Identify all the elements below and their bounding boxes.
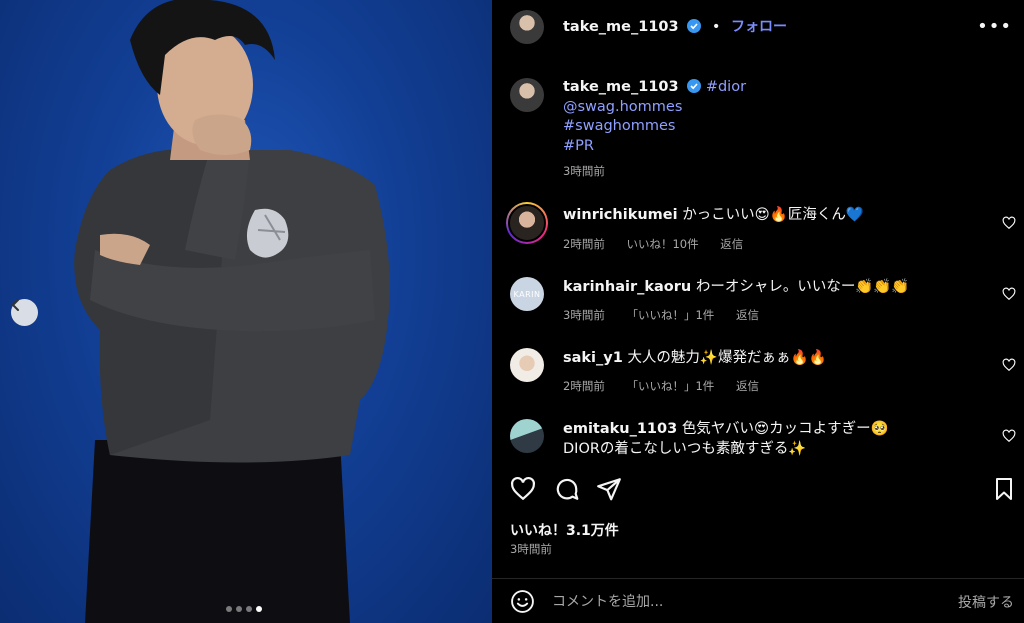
commenter-username[interactable]: karinhair_kaoru [563, 279, 691, 295]
hashtag-link[interactable]: #dior [706, 79, 746, 95]
hashtag-link[interactable]: #swaghommes [563, 118, 675, 134]
comment-text: わーオシャレ。いいなー👏👏👏 [695, 279, 910, 295]
like-comment-heart-icon[interactable] [1002, 216, 1016, 230]
comment-meta: 2時間前 「いいね！」1件 返信 [563, 378, 777, 394]
separator-dot: • [711, 19, 721, 35]
post-panel: take_me_1103 • フォロー ••• take_me_1103 #di… [492, 0, 1024, 623]
comment-meta: 3時間前 「いいね！」1件 返信 [563, 307, 777, 323]
comment-likes[interactable]: 「いいね！」1件 [626, 379, 714, 393]
avatar-logo-text: KARIN [513, 289, 541, 299]
comment-time: 2時間前 [563, 237, 605, 251]
comment-input[interactable] [552, 590, 932, 614]
commenter-avatar[interactable]: KARIN [510, 277, 544, 311]
comment-likes[interactable]: 「いいね！」1件 [626, 308, 714, 322]
comment-text-row: emitaku_1103 色気ヤバい😍カッコよすぎー🥺 [563, 419, 889, 439]
reply-button[interactable]: 返信 [720, 237, 743, 251]
divider [492, 578, 1024, 579]
comment-bubble-icon[interactable] [554, 476, 580, 502]
hashtag-link[interactable]: #PR [563, 138, 594, 154]
comment-time: 2時間前 [563, 379, 605, 393]
save-bookmark-icon[interactable] [992, 476, 1016, 502]
like-comment-heart-icon[interactable] [1002, 287, 1016, 301]
post-comment-button[interactable]: 投稿する [958, 592, 1014, 612]
header-name-row: take_me_1103 • フォロー [563, 16, 787, 36]
carousel-dot [246, 606, 252, 612]
comment-text-row: karinhair_kaoru わーオシャレ。いいなー👏👏👏 [563, 277, 910, 297]
post-timestamp: 3時間前 [510, 542, 552, 556]
comment-meta: 2時間前 いいね！10件 返信 [563, 236, 761, 252]
post-action-bar [492, 470, 1024, 510]
caption-timestamp: 3時間前 [563, 164, 605, 178]
mention-link[interactable]: @swag.hommes [563, 99, 682, 115]
share-paper-plane-icon[interactable] [596, 476, 622, 502]
carousel-dot [226, 606, 232, 612]
commenter-username[interactable]: saki_y1 [563, 350, 623, 366]
owner-avatar[interactable] [510, 10, 544, 44]
verified-badge-icon [687, 19, 702, 33]
post-photo [0, 0, 492, 623]
comment-text-row: winrichikumei かっこいい😍🔥匠海くん💙 [563, 205, 864, 225]
comment-item: winrichikumei かっこいい😍🔥匠海くん💙 2時間前 いいね！10件 … [492, 202, 1024, 262]
add-comment-bar: 投稿する [492, 580, 1024, 623]
comment-likes[interactable]: いいね！10件 [626, 237, 698, 251]
comment-item: KARIN karinhair_kaoru わーオシャレ。いいなー👏👏👏 3時間… [492, 275, 1024, 335]
likes-count[interactable]: いいね！3.1万件 [510, 520, 619, 540]
commenter-avatar-story-ring[interactable] [506, 202, 548, 244]
follow-button[interactable]: フォロー [731, 19, 787, 35]
comment-text: かっこいい😍🔥匠海くん💙 [682, 207, 864, 223]
comment-text: 色気ヤバい😍カッコよすぎー🥺 [681, 421, 889, 437]
comment-text-line-2: DIORの着こなしいつも素敵すぎる✨ [563, 441, 807, 457]
carousel-indicator [226, 606, 262, 612]
like-heart-icon[interactable] [510, 476, 536, 502]
comment-time: 3時間前 [563, 308, 605, 322]
emoji-smiley-icon[interactable] [510, 589, 535, 614]
verified-badge-icon [687, 79, 702, 93]
carousel-prev-button[interactable] [11, 299, 38, 326]
comment-text-row: saki_y1 大人の魅力✨爆発だぁぁ🔥🔥 [563, 348, 827, 368]
like-comment-heart-icon[interactable] [1002, 358, 1016, 372]
more-options-icon[interactable]: ••• [977, 16, 1012, 37]
commenter-username[interactable]: emitaku_1103 [563, 421, 677, 437]
caption-avatar[interactable] [510, 78, 544, 112]
chevron-left-icon [11, 299, 19, 311]
commenter-avatar[interactable] [510, 419, 544, 453]
caption-username[interactable]: take_me_1103 [563, 79, 679, 95]
carousel-dot-active [256, 606, 262, 612]
post-header: take_me_1103 • フォロー ••• [492, 0, 1024, 54]
comment-text: 大人の魅力✨爆発だぁぁ🔥🔥 [627, 350, 827, 366]
portrait-illustration [74, 0, 390, 623]
like-comment-heart-icon[interactable] [1002, 429, 1016, 443]
reply-button[interactable]: 返信 [736, 308, 759, 322]
reply-button[interactable]: 返信 [736, 379, 759, 393]
post-caption: take_me_1103 #dior @swag.hommes #swaghom… [563, 78, 746, 182]
commenter-avatar [508, 204, 546, 242]
carousel-dot [236, 606, 242, 612]
commenter-avatar[interactable] [510, 348, 544, 382]
comment-item: saki_y1 大人の魅力✨爆発だぁぁ🔥🔥 2時間前 「いいね！」1件 返信 [492, 347, 1024, 407]
owner-username[interactable]: take_me_1103 [563, 19, 679, 35]
comment-item: emitaku_1103 色気ヤバい😍カッコよすぎー🥺 DIORの着こなしいつも… [492, 418, 1024, 463]
commenter-username[interactable]: winrichikumei [563, 207, 678, 223]
